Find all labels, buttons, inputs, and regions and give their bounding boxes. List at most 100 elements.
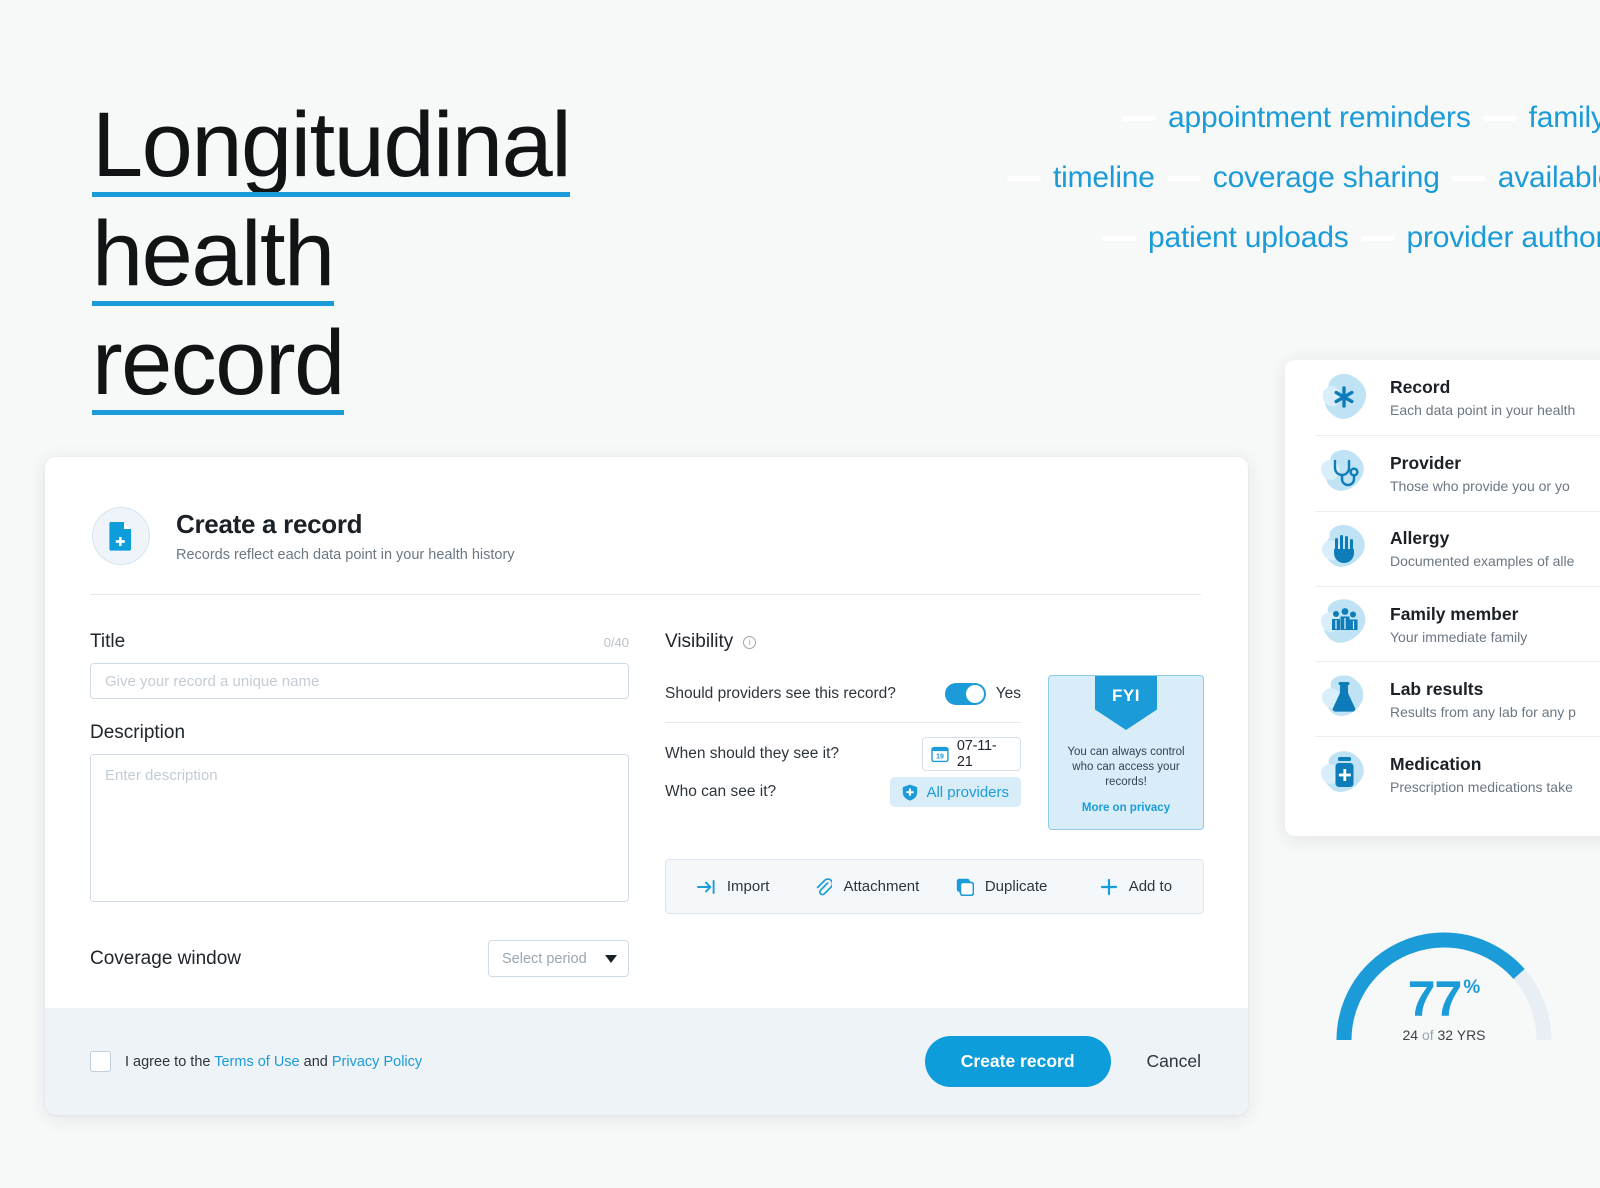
more-on-privacy-link[interactable]: More on privacy <box>1082 802 1170 814</box>
legend-title: Record <box>1390 377 1451 398</box>
tag-patient-uploads[interactable]: patient uploads <box>1148 221 1349 255</box>
record-action-bar: Import Attachment Duplicate Add to <box>665 859 1204 914</box>
gauge-subtext: 24 of 32 YRS <box>1330 1027 1558 1043</box>
all-providers-chip[interactable]: All providers <box>890 777 1021 807</box>
visibility-date-value: 07-11-21 <box>956 738 997 770</box>
fyi-banner-icon: FYI <box>1095 676 1157 730</box>
tag-row: appointment reminders family <box>995 88 1600 148</box>
attachment-button[interactable]: Attachment <box>800 860 934 913</box>
legend-desc: Results from any lab for any p <box>1390 703 1576 720</box>
add-to-button[interactable]: Add to <box>1069 860 1203 913</box>
legend-title: Lab results <box>1390 678 1484 699</box>
tag-dash-icon <box>1451 175 1486 181</box>
legend-text: Lab results Results from any lab for any… <box>1390 679 1576 720</box>
description-label-row: Description <box>90 722 629 744</box>
title-label-row: Title 0/40 <box>90 631 629 653</box>
fyi-banner-label: FYI <box>1112 686 1140 705</box>
visibility-date-picker[interactable]: 19 07-11-21 <box>922 737 1021 771</box>
terms-of-use-link[interactable]: Terms of Use <box>214 1054 299 1070</box>
tag-dash-icon <box>1102 235 1136 241</box>
tag-appointment-reminders[interactable]: appointment reminders <box>1168 101 1471 135</box>
page-title-line-1: Longitudinal <box>92 92 572 201</box>
legend-item-record[interactable]: Record Each data point in your health <box>1315 360 1600 435</box>
flask-icon <box>1315 671 1373 727</box>
duplicate-icon <box>956 878 974 896</box>
visibility-divider <box>665 722 1021 723</box>
legend-item-medication[interactable]: Medication Prescription medications take <box>1315 736 1600 811</box>
legend-text: Record Each data point in your health <box>1390 377 1575 418</box>
legend-desc: Those who provide you or yo <box>1390 477 1570 494</box>
tag-available[interactable]: available <box>1498 161 1600 195</box>
visibility-row-label: Should providers see this record? <box>665 685 896 702</box>
agree-block: I agree to the Terms of Use and Privacy … <box>90 1051 422 1072</box>
toggle-knob <box>965 685 984 703</box>
feature-tag-cloud: appointment reminders family timeline co… <box>995 88 1600 268</box>
legend-desc: Each data point in your health <box>1390 402 1576 419</box>
import-icon <box>696 879 715 894</box>
card-header: Create a record Records reflect each dat… <box>45 457 1248 565</box>
providers-visibility-toggle[interactable] <box>944 683 986 705</box>
legend-item-lab-results[interactable]: Lab results Results from any lab for any… <box>1315 661 1600 736</box>
visibility-row-who: Who can see it? All providers <box>665 773 1021 811</box>
period-select[interactable]: Select period <box>488 940 629 977</box>
privacy-policy-link[interactable]: Privacy Policy <box>332 1054 422 1070</box>
age-progress-gauge: 77 % 24 of 32 YRS <box>1330 918 1558 1048</box>
legend-desc: Documented examples of alle <box>1390 553 1575 570</box>
tag-row: patient uploads provider author <box>995 208 1600 268</box>
import-button[interactable]: Import <box>666 860 800 913</box>
legend-text: Medication Prescription medications take <box>1390 754 1573 795</box>
stethoscope-icon <box>1315 445 1373 501</box>
record-type-legend-card: Record Each data point in your health Pr… <box>1285 360 1600 836</box>
visibility-row-when: When should they see it? 19 07-11-21 <box>665 735 1021 773</box>
tag-row: timeline coverage sharing available <box>995 148 1600 208</box>
legend-item-provider[interactable]: Provider Those who provide you or yo <box>1315 435 1600 510</box>
title-label: Title <box>90 631 126 652</box>
description-input[interactable] <box>90 754 629 902</box>
legend-desc: Prescription medications take <box>1390 779 1573 796</box>
tag-provider-author[interactable]: provider author <box>1407 221 1600 255</box>
gauge-percent-value: 77 <box>1407 971 1463 1027</box>
legend-text: Allergy Documented examples of alle <box>1390 528 1574 569</box>
agree-checkbox[interactable] <box>90 1051 111 1072</box>
create-record-button[interactable]: Create record <box>924 1036 1111 1087</box>
asterisk-icon <box>1315 370 1373 426</box>
title-input[interactable] <box>90 663 629 699</box>
tag-family[interactable]: family <box>1529 101 1600 135</box>
card-subtitle: Records reflect each data point in your … <box>176 547 515 563</box>
tag-dash-icon <box>1482 115 1517 121</box>
tag-timeline[interactable]: timeline <box>1053 161 1155 195</box>
attachment-label: Attachment <box>843 878 920 895</box>
cancel-button[interactable]: Cancel <box>1147 1051 1201 1072</box>
tag-dash-icon <box>1360 235 1395 241</box>
gauge-sub-of: of <box>1421 1027 1434 1043</box>
coverage-window-row: Coverage window Select period <box>90 940 629 977</box>
gauge-percent-sign: % <box>1463 977 1481 998</box>
chevron-down-icon <box>605 954 617 963</box>
gauge-sub-total: 32 <box>1437 1027 1454 1043</box>
visibility-rows: Should providers see this record? Yes Wh… <box>665 675 1021 830</box>
visibility-row-label: Who can see it? <box>665 783 777 800</box>
providers-toggle-state: Yes <box>995 685 1021 702</box>
legend-text: Provider Those who provide you or yo <box>1390 453 1570 494</box>
legend-title: Medication <box>1390 754 1482 775</box>
coverage-window-label: Coverage window <box>90 947 242 969</box>
visibility-row-label: When should they see it? <box>665 745 840 762</box>
info-icon[interactable]: i <box>743 635 757 649</box>
create-record-card: Create a record Records reflect each dat… <box>45 457 1248 1115</box>
all-providers-chip-label: All providers <box>926 783 1009 801</box>
form-left-column: Title 0/40 Description Coverage window S… <box>90 631 629 977</box>
card-title: Create a record <box>176 509 363 539</box>
duplicate-button[interactable]: Duplicate <box>935 860 1069 913</box>
card-body: Title 0/40 Description Coverage window S… <box>45 595 1248 977</box>
title-field-block: Title 0/40 <box>90 631 629 699</box>
legend-item-family-member[interactable]: Family member Your immediate family <box>1315 585 1600 661</box>
tag-coverage-sharing[interactable]: coverage sharing <box>1213 161 1440 195</box>
legend-title: Allergy <box>1390 528 1450 549</box>
legend-item-allergy[interactable]: Allergy Documented examples of alle <box>1315 510 1600 586</box>
visibility-title: Visibility <box>665 631 734 652</box>
gauge-sub-unit: YRS <box>1456 1027 1486 1043</box>
medication-icon <box>1315 747 1373 803</box>
page-title-line-3: record <box>92 310 345 419</box>
description-field-block: Description <box>90 722 629 907</box>
page-title-line-2: health <box>92 201 335 310</box>
